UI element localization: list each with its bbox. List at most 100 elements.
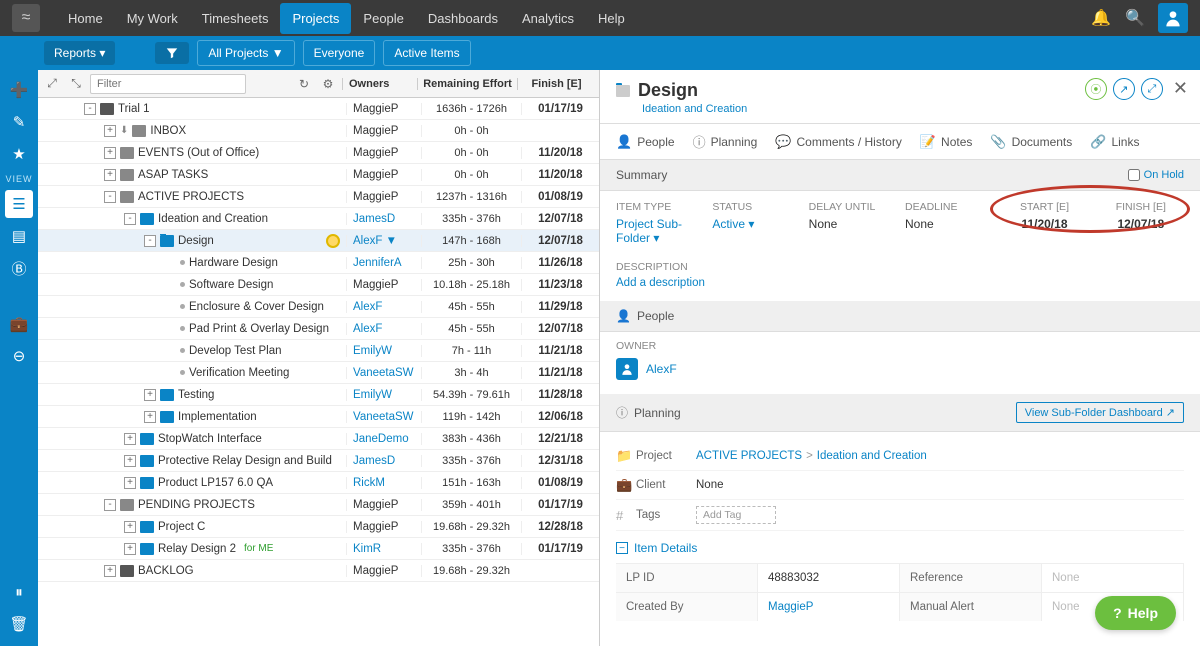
owner-cell[interactable]: EmilyW bbox=[346, 345, 421, 357]
circle-minus-icon[interactable]: ⊖ bbox=[5, 342, 33, 370]
reports-dropdown[interactable]: Reports ▾ bbox=[44, 41, 115, 65]
tree-toggle[interactable]: + bbox=[124, 477, 136, 489]
gear-icon[interactable]: ⚙ bbox=[318, 74, 338, 94]
trash-icon[interactable]: 🗑 bbox=[5, 610, 33, 638]
owner-cell[interactable]: KimR bbox=[346, 543, 421, 555]
view-dashboard-button[interactable]: View Sub-Folder Dashboard ↗ bbox=[1016, 402, 1184, 423]
app-logo[interactable]: ≈ bbox=[12, 4, 40, 32]
owner-name[interactable]: AlexF bbox=[646, 362, 677, 376]
item-type-value[interactable]: Project Sub-Folder ▾ bbox=[616, 217, 702, 245]
tree-row[interactable]: Develop Test PlanEmilyW7h - 11h11/21/18 bbox=[38, 340, 599, 362]
tab-comments[interactable]: 💬Comments / History bbox=[775, 132, 902, 151]
bell-icon[interactable]: 🔔 bbox=[1088, 5, 1114, 31]
tree-row[interactable]: -PENDING PROJECTSMaggieP359h - 401h01/17… bbox=[38, 494, 599, 516]
tree-row[interactable]: Pad Print & Overlay DesignAlexF45h - 55h… bbox=[38, 318, 599, 340]
owner-cell[interactable]: RickM bbox=[346, 477, 421, 489]
col-owners[interactable]: Owners bbox=[342, 78, 417, 90]
nav-analytics[interactable]: Analytics bbox=[510, 3, 586, 34]
tree-row[interactable]: +⬇INBOXMaggieP0h - 0h bbox=[38, 120, 599, 142]
owner-cell[interactable]: VaneetaSW bbox=[346, 411, 421, 423]
funnel-icon[interactable] bbox=[155, 42, 189, 64]
tree-toggle[interactable]: + bbox=[124, 433, 136, 445]
filter-active-items[interactable]: Active Items bbox=[383, 40, 470, 66]
tree-row[interactable]: +Project CMaggieP19.68h - 29.32h12/28/18 bbox=[38, 516, 599, 538]
expand-detail-icon[interactable]: ⤢ bbox=[1141, 78, 1163, 100]
tree-row[interactable]: -ACTIVE PROJECTSMaggieP1237h - 1316h01/0… bbox=[38, 186, 599, 208]
nav-dashboards[interactable]: Dashboards bbox=[416, 3, 510, 34]
tree-toggle[interactable]: - bbox=[84, 103, 96, 115]
nav-people[interactable]: People bbox=[351, 3, 415, 34]
status-value[interactable]: Active ▾ bbox=[712, 217, 798, 231]
tree-toggle[interactable]: + bbox=[104, 565, 116, 577]
tree-row[interactable]: Enclosure & Cover DesignAlexF45h - 55h11… bbox=[38, 296, 599, 318]
edit-icon[interactable]: ✎ bbox=[5, 108, 33, 136]
tree-toggle[interactable]: + bbox=[124, 543, 136, 555]
tree-toggle[interactable]: + bbox=[144, 411, 156, 423]
close-icon[interactable]: ✕ bbox=[1173, 78, 1188, 100]
reference-value[interactable]: None bbox=[1042, 564, 1184, 592]
tab-links[interactable]: 🔗Links bbox=[1090, 132, 1139, 151]
owner-cell[interactable]: JenniferA bbox=[346, 257, 421, 269]
add-description-link[interactable]: Add a description bbox=[616, 277, 1184, 289]
owner-cell[interactable]: AlexF bbox=[346, 301, 421, 313]
briefcase-icon[interactable]: 💼 bbox=[5, 310, 33, 338]
tree-toggle[interactable]: - bbox=[104, 191, 116, 203]
user-avatar[interactable] bbox=[1158, 3, 1188, 33]
owner-cell[interactable]: VaneetaSW bbox=[346, 367, 421, 379]
tree-row[interactable]: Software DesignMaggieP10.18h - 25.18h11/… bbox=[38, 274, 599, 296]
filter-everyone[interactable]: Everyone bbox=[303, 40, 376, 66]
tree-toggle[interactable]: + bbox=[124, 521, 136, 533]
tree-row[interactable]: +ImplementationVaneetaSW119h - 142h12/06… bbox=[38, 406, 599, 428]
tree-row[interactable]: -Trial 1MaggieP1636h - 1726h01/17/19 bbox=[38, 98, 599, 120]
tree-toggle[interactable]: + bbox=[104, 169, 116, 181]
owner-cell[interactable]: AlexF ▼ bbox=[346, 235, 421, 247]
onhold-toggle[interactable]: On Hold bbox=[1128, 169, 1184, 181]
owner-avatar[interactable] bbox=[616, 358, 638, 380]
tree-row[interactable]: +Protective Relay Design and BuildJamesD… bbox=[38, 450, 599, 472]
nav-mywork[interactable]: My Work bbox=[115, 3, 190, 34]
tree-row[interactable]: +ASAP TASKSMaggieP0h - 0h11/20/18 bbox=[38, 164, 599, 186]
filter-input[interactable] bbox=[90, 74, 246, 94]
star-icon[interactable]: ★ bbox=[5, 140, 33, 168]
bold-view-icon[interactable]: Ⓑ bbox=[5, 254, 33, 282]
status-indicator[interactable] bbox=[326, 234, 340, 248]
tree-toggle[interactable]: - bbox=[104, 499, 116, 511]
tree-toggle[interactable]: + bbox=[144, 389, 156, 401]
expand-icon[interactable]: ⤢ bbox=[42, 74, 62, 94]
tree-row[interactable]: Verification MeetingVaneetaSW3h - 4h11/2… bbox=[38, 362, 599, 384]
board-view-icon[interactable]: ▤ bbox=[5, 222, 33, 250]
createdby-value[interactable]: MaggieP bbox=[758, 593, 900, 621]
tree-row[interactable]: +TestingEmilyW54.39h - 79.61h11/28/18 bbox=[38, 384, 599, 406]
add-icon[interactable]: ➕ bbox=[5, 76, 33, 104]
tab-planning[interactable]: ⓘPlanning bbox=[693, 132, 758, 151]
owner-cell[interactable]: JamesD bbox=[346, 213, 421, 225]
tree-row[interactable]: -Ideation and CreationJamesD335h - 376h1… bbox=[38, 208, 599, 230]
refresh-icon[interactable]: ↻ bbox=[294, 74, 314, 94]
collapse-icon[interactable]: ⤡ bbox=[66, 74, 86, 94]
filter-all-projects[interactable]: All Projects ▼ bbox=[197, 40, 294, 66]
tab-people[interactable]: 👤People bbox=[616, 132, 675, 151]
owner-cell[interactable]: JamesD bbox=[346, 455, 421, 467]
pause-icon[interactable]: ⏸ bbox=[5, 578, 33, 606]
list-view-icon[interactable]: ☰ bbox=[5, 190, 33, 218]
col-effort[interactable]: Remaining Effort bbox=[417, 78, 517, 90]
tree-row[interactable]: +Product LP157 6.0 QARickM151h - 163h01/… bbox=[38, 472, 599, 494]
tree-row[interactable]: +EVENTS (Out of Office)MaggieP0h - 0h11/… bbox=[38, 142, 599, 164]
nav-home[interactable]: Home bbox=[56, 3, 115, 34]
nav-projects[interactable]: Projects bbox=[280, 3, 351, 34]
tree-toggle[interactable]: + bbox=[104, 147, 116, 159]
tab-documents[interactable]: 📎Documents bbox=[990, 132, 1072, 151]
tree-toggle[interactable]: - bbox=[144, 235, 156, 247]
nav-timesheets[interactable]: Timesheets bbox=[190, 3, 281, 34]
item-details-toggle[interactable]: −Item Details bbox=[616, 537, 1184, 563]
nav-help[interactable]: Help bbox=[586, 3, 637, 34]
breadcrumb[interactable]: Ideation and Creation bbox=[642, 103, 1184, 115]
tree-toggle[interactable]: - bbox=[124, 213, 136, 225]
add-tag-input[interactable]: Add Tag bbox=[696, 506, 776, 524]
tree-row[interactable]: +BACKLOGMaggieP19.68h - 29.32h bbox=[38, 560, 599, 582]
owner-cell[interactable]: AlexF bbox=[346, 323, 421, 335]
rss-icon[interactable]: ⦿ bbox=[1085, 78, 1107, 100]
search-icon[interactable]: 🔍 bbox=[1122, 5, 1148, 31]
project-path[interactable]: ACTIVE PROJECTS>Ideation and Creation bbox=[696, 450, 1184, 462]
owner-cell[interactable]: EmilyW bbox=[346, 389, 421, 401]
